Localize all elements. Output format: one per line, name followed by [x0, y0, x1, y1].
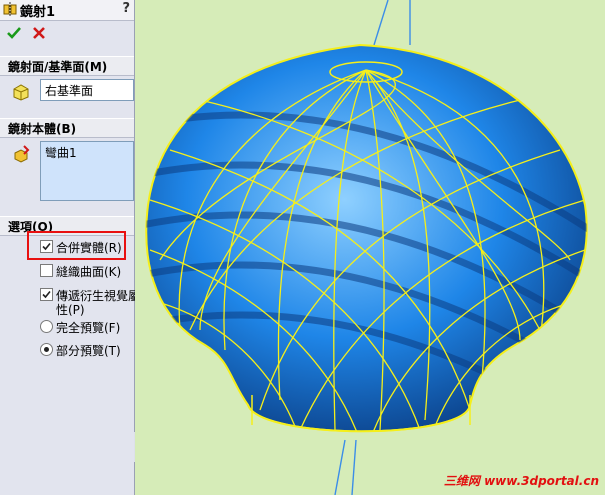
property-manager-panel: 鏡射1 ? 鏡射面/基準面(M) 右基準面 鏡射本體(B) 彎曲1 選項(O) …	[0, 0, 140, 495]
mirror-face-section: 鏡射面/基準面(M) 右基準面	[0, 56, 134, 112]
bodies-list-item[interactable]: 彎曲1	[45, 144, 77, 161]
bodies-label: 鏡射本體(B)	[8, 122, 77, 136]
propagate-visual-label-2: 性(P)	[56, 303, 85, 317]
graphics-viewport[interactable]	[135, 0, 605, 495]
bodies-section: 鏡射本體(B) 彎曲1	[0, 118, 134, 212]
help-button[interactable]: ?	[122, 1, 130, 16]
radio-dot	[44, 347, 49, 352]
full-preview-label: 完全預覽(F)	[56, 321, 121, 335]
plane-icon	[13, 84, 29, 101]
partial-preview-label: 部分預覽(T)	[56, 344, 121, 358]
knit-surfaces-label: 縫織曲面(K)	[56, 265, 122, 279]
checkmark-icon	[42, 290, 51, 299]
mirror-face-field[interactable]: 右基準面	[40, 79, 134, 101]
body-icon	[14, 145, 30, 163]
mirror-face-value: 右基準面	[45, 84, 94, 98]
annotation-highlight-box	[27, 231, 126, 260]
mirror-face-header[interactable]: 鏡射面/基準面(M)	[0, 56, 134, 76]
watermark-text: 三维网 www.3dportal.cn	[443, 474, 599, 488]
cancel-x-icon[interactable]	[31, 25, 47, 41]
ok-check-icon[interactable]	[6, 25, 22, 41]
full-preview-radio[interactable]	[40, 320, 53, 333]
partial-preview-radio[interactable]	[40, 343, 53, 356]
propagate-visual-checkbox[interactable]	[40, 288, 53, 301]
bodies-header[interactable]: 鏡射本體(B)	[0, 118, 134, 138]
mirror-face-label: 鏡射面/基準面(M)	[8, 60, 108, 74]
panel-title-bar: 鏡射1 ?	[0, 0, 134, 21]
mirror-feature-icon	[3, 2, 17, 16]
bodies-list[interactable]: 彎曲1	[40, 141, 134, 201]
panel-title: 鏡射1	[20, 5, 56, 20]
knit-surfaces-checkbox[interactable]	[40, 264, 53, 277]
